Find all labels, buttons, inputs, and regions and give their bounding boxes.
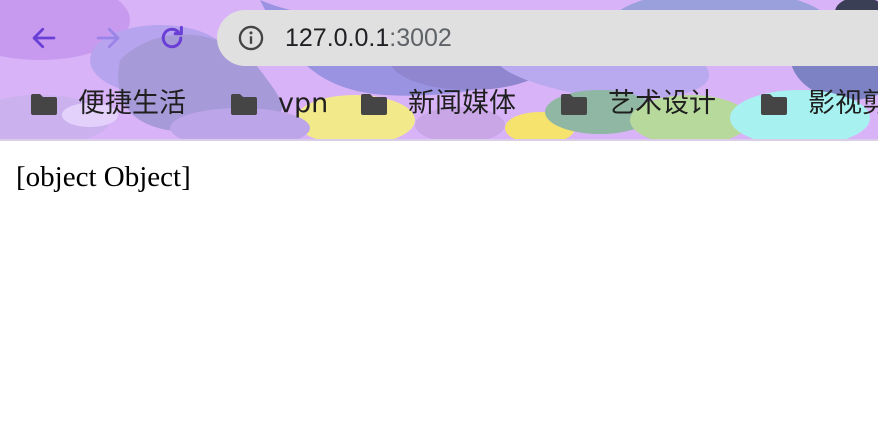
folder-icon [561,94,587,115]
back-button[interactable] [24,18,64,58]
url-port: :3002 [389,24,452,52]
bookmark-label: 艺术设计 [608,88,716,119]
folder-icon [361,94,387,115]
folder-icon [761,94,787,115]
bookmark-folder-0[interactable]: 便捷生活 [30,84,186,124]
forward-button[interactable] [88,18,128,58]
address-bar[interactable]: 127.0.0.1:3002 [217,10,878,66]
bookmark-folder-2[interactable]: 新闻媒体 [360,84,516,124]
reload-icon [161,25,183,49]
reload-button[interactable] [152,18,192,58]
info-circle-icon[interactable] [237,24,265,52]
bookmark-label: 便捷生活 [78,88,186,119]
page-content: [object Object] [0,141,878,436]
bookmark-label: 新闻媒体 [408,88,516,119]
bookmark-folder-1[interactable]: vpn [230,84,328,124]
arrow-left-icon [32,27,56,49]
url-host: 127.0.0.1 [285,24,390,52]
arrow-right-icon [96,27,120,49]
bookmarks-bar: 便捷生活 vpn 新闻媒体 艺术设计 影视剪 [0,80,878,130]
folder-icon [31,94,57,115]
bookmark-label: 影视剪 [808,88,878,119]
browser-chrome: 127.0.0.1:3002 便捷生活 vpn 新闻媒体 艺术设计 影视 [0,0,878,141]
bookmark-folder-3[interactable]: 艺术设计 [560,84,716,124]
folder-icon [231,94,257,115]
page-body-text: [object Object] [16,161,191,193]
url-text[interactable]: 127.0.0.1:3002 [285,21,452,55]
toolbar: 127.0.0.1:3002 [0,0,878,76]
bookmark-folder-4[interactable]: 影视剪 [760,84,878,124]
bookmark-label: vpn [278,88,329,119]
